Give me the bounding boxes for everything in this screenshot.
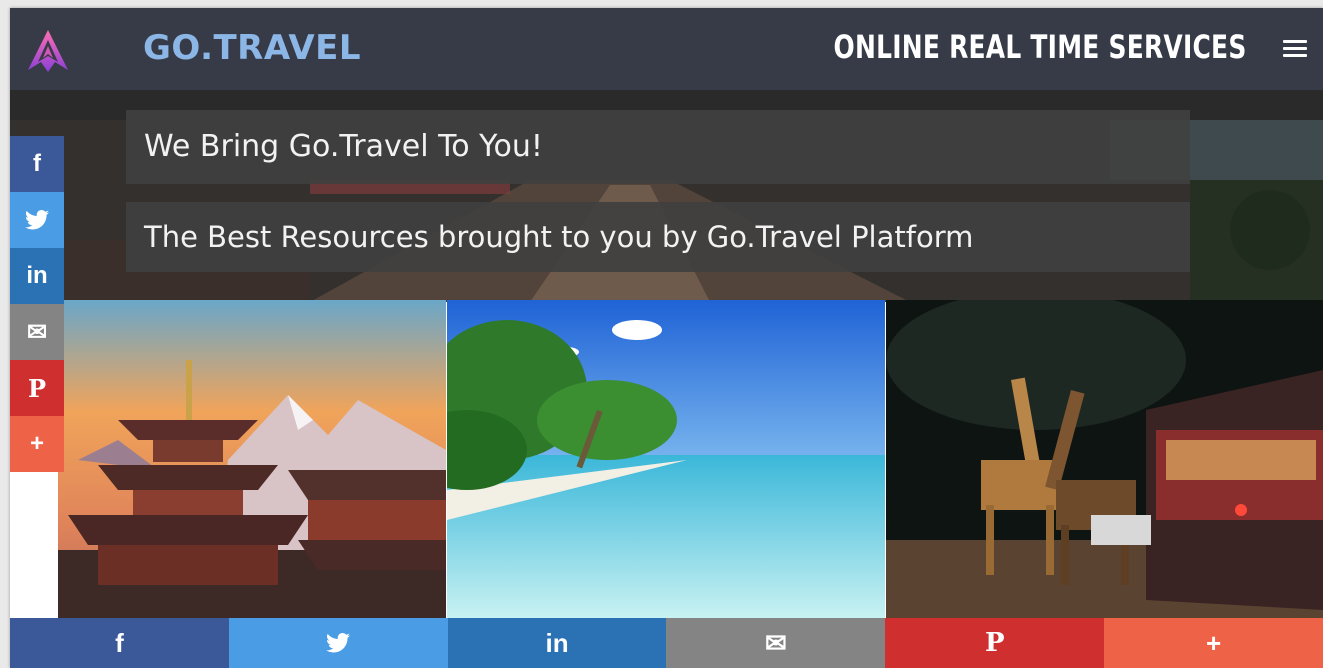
hero-subheadline: The Best Resources brought to you by Go.…: [126, 202, 1190, 272]
side-share-pinterest-button[interactable]: P: [10, 360, 64, 416]
bottom-share-linkedin-button[interactable]: in: [447, 618, 667, 668]
side-share-more-button[interactable]: +: [10, 416, 64, 472]
destination-gallery: [58, 300, 1323, 618]
bottom-share-twitter-button[interactable]: [228, 618, 448, 668]
more-share-icon: +: [1205, 627, 1222, 658]
bottom-share-bar: f in ✉ P +: [10, 618, 1323, 668]
side-share-bar: f in ✉ P +: [10, 136, 64, 610]
site-header: GO.TRAVEL ONLINE REAL TIME SERVICES: [10, 8, 1323, 90]
bottom-share-more-button[interactable]: +: [1104, 618, 1323, 668]
email-icon: ✉: [765, 627, 787, 658]
email-icon: ✉: [26, 318, 48, 346]
facebook-icon: f: [115, 627, 124, 658]
hamburger-menu-icon[interactable]: [1283, 40, 1307, 58]
bottom-share-email-button[interactable]: ✉: [666, 618, 886, 668]
page-frame: GO.TRAVEL ONLINE REAL TIME SERVICES We B…: [10, 8, 1323, 668]
gallery-image-pagoda[interactable]: [58, 300, 446, 618]
bottom-share-pinterest-button[interactable]: P: [885, 618, 1105, 668]
side-share-spacer: [10, 472, 58, 610]
gallery-image-beach[interactable]: [447, 300, 885, 618]
facebook-icon: f: [33, 150, 41, 177]
side-share-facebook-button[interactable]: f: [10, 136, 64, 192]
twitter-icon: [326, 633, 351, 653]
brand-title[interactable]: GO.TRAVEL: [143, 28, 361, 68]
go-travel-logo-icon[interactable]: [22, 26, 74, 78]
gallery-image-night-safari[interactable]: [886, 300, 1323, 618]
linkedin-icon: in: [26, 262, 48, 289]
hero-section: We Bring Go.Travel To You! The Best Reso…: [10, 90, 1323, 302]
pinterest-icon: P: [27, 373, 47, 403]
side-share-linkedin-button[interactable]: in: [10, 248, 64, 304]
side-share-twitter-button[interactable]: [10, 192, 64, 248]
hero-headline: We Bring Go.Travel To You!: [126, 110, 1190, 184]
bottom-share-facebook-button[interactable]: f: [10, 618, 229, 668]
more-share-icon: +: [29, 430, 44, 457]
services-title: ONLINE REAL TIME SERVICES: [833, 28, 1247, 66]
linkedin-icon: in: [545, 627, 569, 658]
side-share-email-button[interactable]: ✉: [10, 304, 64, 360]
pinterest-icon: P: [984, 628, 1005, 658]
twitter-icon: [25, 210, 49, 230]
